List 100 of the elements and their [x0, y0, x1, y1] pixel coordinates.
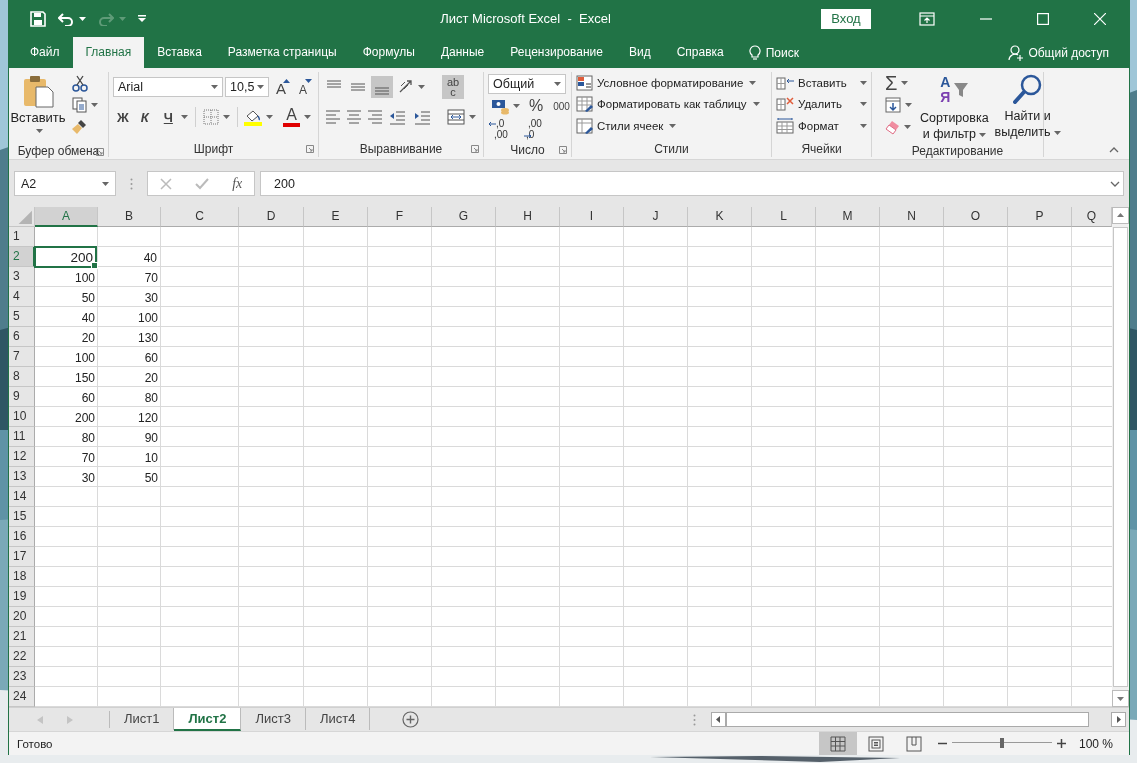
table-cell[interactable]: 100	[35, 267, 98, 287]
scrollbar-thumb[interactable]	[1113, 227, 1128, 687]
zoom-level[interactable]: 100 %	[1070, 736, 1129, 751]
column-header[interactable]: O	[944, 207, 1008, 227]
caret-icon[interactable]	[266, 115, 274, 119]
row-header[interactable]: 23	[9, 667, 35, 687]
sheet-tab[interactable]: Лист2	[174, 708, 242, 731]
table-cell[interactable]: 100	[35, 347, 98, 367]
caret-icon[interactable]	[904, 125, 911, 129]
ribbon-tab[interactable]: Файл	[17, 37, 73, 68]
caret-icon[interactable]	[752, 102, 760, 107]
row-header[interactable]: 12	[9, 447, 35, 467]
caret-icon[interactable]	[418, 85, 425, 89]
underline-button[interactable]: Ч	[159, 109, 177, 125]
formula-input[interactable]: 200	[260, 171, 1124, 196]
table-cell[interactable]: 30	[35, 467, 98, 487]
caret-icon[interactable]	[1053, 130, 1061, 135]
row-header[interactable]: 20	[9, 607, 35, 627]
column-header[interactable]: L	[752, 207, 816, 227]
merge-cells-icon[interactable]	[447, 109, 465, 125]
ribbon-tab[interactable]: Рецензирование	[497, 37, 616, 68]
column-header[interactable]: H	[496, 207, 560, 227]
caret-icon[interactable]	[860, 102, 867, 107]
paste-button[interactable]: Вставить	[13, 72, 63, 144]
row-header[interactable]: 15	[9, 507, 35, 527]
row-header[interactable]: 2	[9, 247, 35, 267]
column-header[interactable]: G	[432, 207, 496, 227]
insert-function-button[interactable]: fx	[232, 175, 243, 192]
share-link[interactable]: Общий доступ	[1028, 45, 1109, 60]
row-header[interactable]: 22	[9, 647, 35, 667]
caret-icon[interactable]	[102, 181, 109, 186]
row-header[interactable]: 4	[9, 287, 35, 307]
ribbon-tab[interactable]: Справка	[663, 37, 737, 68]
row-header[interactable]: 5	[9, 307, 35, 327]
name-box[interactable]: A2	[14, 171, 116, 196]
maximize-icon[interactable]	[1037, 12, 1049, 25]
caret-icon[interactable]	[749, 80, 757, 85]
caret-icon[interactable]	[304, 115, 311, 119]
row-header[interactable]: 18	[9, 567, 35, 587]
table-cell[interactable]: 120	[98, 407, 161, 427]
ribbon-tab[interactable]: Вставка	[144, 37, 215, 68]
currency-icon[interactable]	[491, 97, 509, 115]
ribbon-tab[interactable]: Разметка страницы	[214, 37, 350, 68]
ribbon-tab[interactable]: Вид	[615, 37, 664, 68]
table-cell[interactable]: 200	[35, 407, 98, 427]
column-header[interactable]: M	[816, 207, 880, 227]
styles-menu-button[interactable]: Стили ячеек	[576, 116, 767, 137]
table-cell[interactable]: 50	[35, 287, 98, 307]
add-sheet-icon[interactable]	[402, 711, 420, 728]
grow-font-button[interactable]: A	[271, 77, 291, 97]
table-cell[interactable]: 100	[98, 307, 161, 327]
fill-color-icon[interactable]	[244, 108, 263, 126]
caret-icon[interactable]	[469, 115, 476, 119]
row-header[interactable]: 17	[9, 547, 35, 567]
caret-icon[interactable]	[35, 129, 43, 133]
caret-icon[interactable]	[669, 124, 677, 129]
font-size-field[interactable]: 10,5	[225, 77, 269, 97]
zoom-in-icon[interactable]	[1056, 739, 1066, 748]
caret-icon[interactable]	[91, 103, 98, 107]
column-header[interactable]: J	[624, 207, 688, 227]
ribbon-tab[interactable]: Данные	[427, 37, 498, 68]
ribbon-tab[interactable]: Формулы	[349, 37, 428, 68]
row-header[interactable]: 9	[9, 387, 35, 407]
column-header[interactable]: Q	[1072, 207, 1112, 227]
row-header[interactable]: 16	[9, 527, 35, 547]
eraser-icon[interactable]	[885, 119, 900, 135]
table-cell[interactable]: 40	[35, 307, 98, 327]
cells-menu-button[interactable]: Формат	[776, 116, 867, 137]
row-header[interactable]: 13	[9, 467, 35, 487]
column-header[interactable]: D	[239, 207, 304, 227]
caret-icon[interactable]	[180, 115, 188, 119]
row-header[interactable]: 11	[9, 427, 35, 447]
slider-thumb[interactable]	[999, 738, 1004, 748]
increase-decimal-button[interactable]: ,0 ,00	[488, 118, 514, 142]
customize-icon[interactable]	[138, 14, 146, 23]
table-cell[interactable]: 10	[98, 447, 161, 467]
column-header[interactable]: K	[688, 207, 752, 227]
caret-icon[interactable]	[978, 132, 986, 137]
caret-icon[interactable]	[211, 85, 218, 89]
table-cell[interactable]: 70	[98, 267, 161, 287]
table-cell[interactable]: 60	[98, 347, 161, 367]
cells-menu-button[interactable]: Вставить	[776, 72, 867, 93]
table-cell[interactable]: 90	[98, 427, 161, 447]
table-cell[interactable]: 20	[35, 327, 98, 347]
zoom-slider[interactable]	[951, 738, 1052, 749]
styles-menu-button[interactable]: Условное форматирование	[576, 72, 767, 93]
caret-icon[interactable]	[257, 85, 264, 89]
table-cell[interactable]: 150	[35, 367, 98, 387]
scroll-left-icon[interactable]	[711, 712, 726, 727]
percent-button[interactable]: %	[525, 97, 548, 115]
number-format-field[interactable]: Общий	[488, 74, 566, 94]
brush-icon[interactable]	[72, 119, 87, 135]
wrap-text-button[interactable]: ab c	[442, 75, 464, 99]
increase-indent-icon[interactable]	[414, 109, 431, 125]
caret-icon[interactable]	[79, 16, 86, 21]
scrollbar-thumb[interactable]	[726, 712, 1089, 727]
sheet-tab[interactable]: Лист3	[241, 708, 306, 730]
table-cell[interactable]: 30	[98, 287, 161, 307]
row-header[interactable]: 3	[9, 267, 35, 287]
column-header[interactable]: I	[560, 207, 624, 227]
